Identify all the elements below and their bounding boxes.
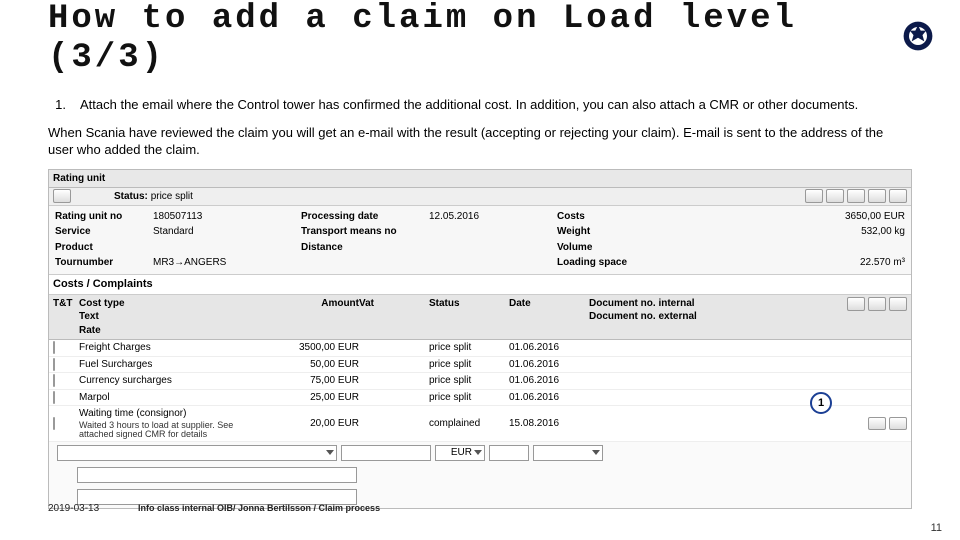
section-costs: Costs / Complaints [49,275,911,295]
row-button[interactable] [53,417,55,430]
table-row: Waiting time (consignor)Waited 3 hours t… [49,406,911,441]
toolbar-button[interactable] [889,189,907,203]
toolbar-button[interactable] [53,189,71,203]
key-value-grid: Rating unit no180507113 Processing date1… [49,206,911,275]
page-number: 11 [931,522,942,534]
screenshot-panel: Rating unit Status: price split Rating u… [48,169,912,509]
row-button[interactable] [53,391,55,404]
step-number: 1. [48,96,66,114]
status-select[interactable] [533,445,603,461]
table-row: Fuel Surcharges 50,00 EUR price split 01… [49,357,911,374]
toolbar-button[interactable] [826,189,844,203]
amount-input[interactable] [341,445,431,461]
costs-table-header: T&T Cost typeTextRate Amount Vat Status … [49,295,911,341]
row-button[interactable] [53,341,55,354]
header-button[interactable] [847,297,865,311]
toolbar-button[interactable] [847,189,865,203]
scania-logo [900,18,936,54]
row-button[interactable] [53,374,55,387]
panel-title: Rating unit [53,172,105,186]
step-text: Attach the email where the Control tower… [80,96,858,114]
add-cost-form: EUR [49,442,911,464]
body-paragraph: When Scania have reviewed the claim you … [48,124,912,159]
slide-footer: 2019-03-13 Info class internal OIB/ Jonn… [48,503,912,514]
attach-button[interactable] [868,417,886,430]
callout-1: 1 [810,392,832,414]
currency-select[interactable]: EUR [435,445,485,461]
cost-type-select[interactable] [57,445,337,461]
row-button[interactable] [53,358,55,371]
footer-info: Info class internal OIB/ Jonna Bertilsso… [138,503,380,513]
panel-toolbar: Status: price split [49,188,911,206]
table-row: Freight Charges 3500,00 EUR price split … [49,340,911,357]
table-row: Marpol 25,00 EUR price split 01.06.2016 [49,390,911,407]
vat-input[interactable] [489,445,529,461]
slide-title: How to add a claim on Load level (3/3) [48,0,912,78]
toolbar-button[interactable] [805,189,823,203]
text-input[interactable] [77,467,357,483]
table-row: Currency surcharges 75,00 EUR price spli… [49,373,911,390]
header-button[interactable] [868,297,886,311]
toolbar-button[interactable] [868,189,886,203]
header-button[interactable] [889,297,907,311]
footer-date: 2019-03-13 [48,503,138,514]
delete-button[interactable] [889,417,907,430]
panel-header: Rating unit [49,170,911,188]
